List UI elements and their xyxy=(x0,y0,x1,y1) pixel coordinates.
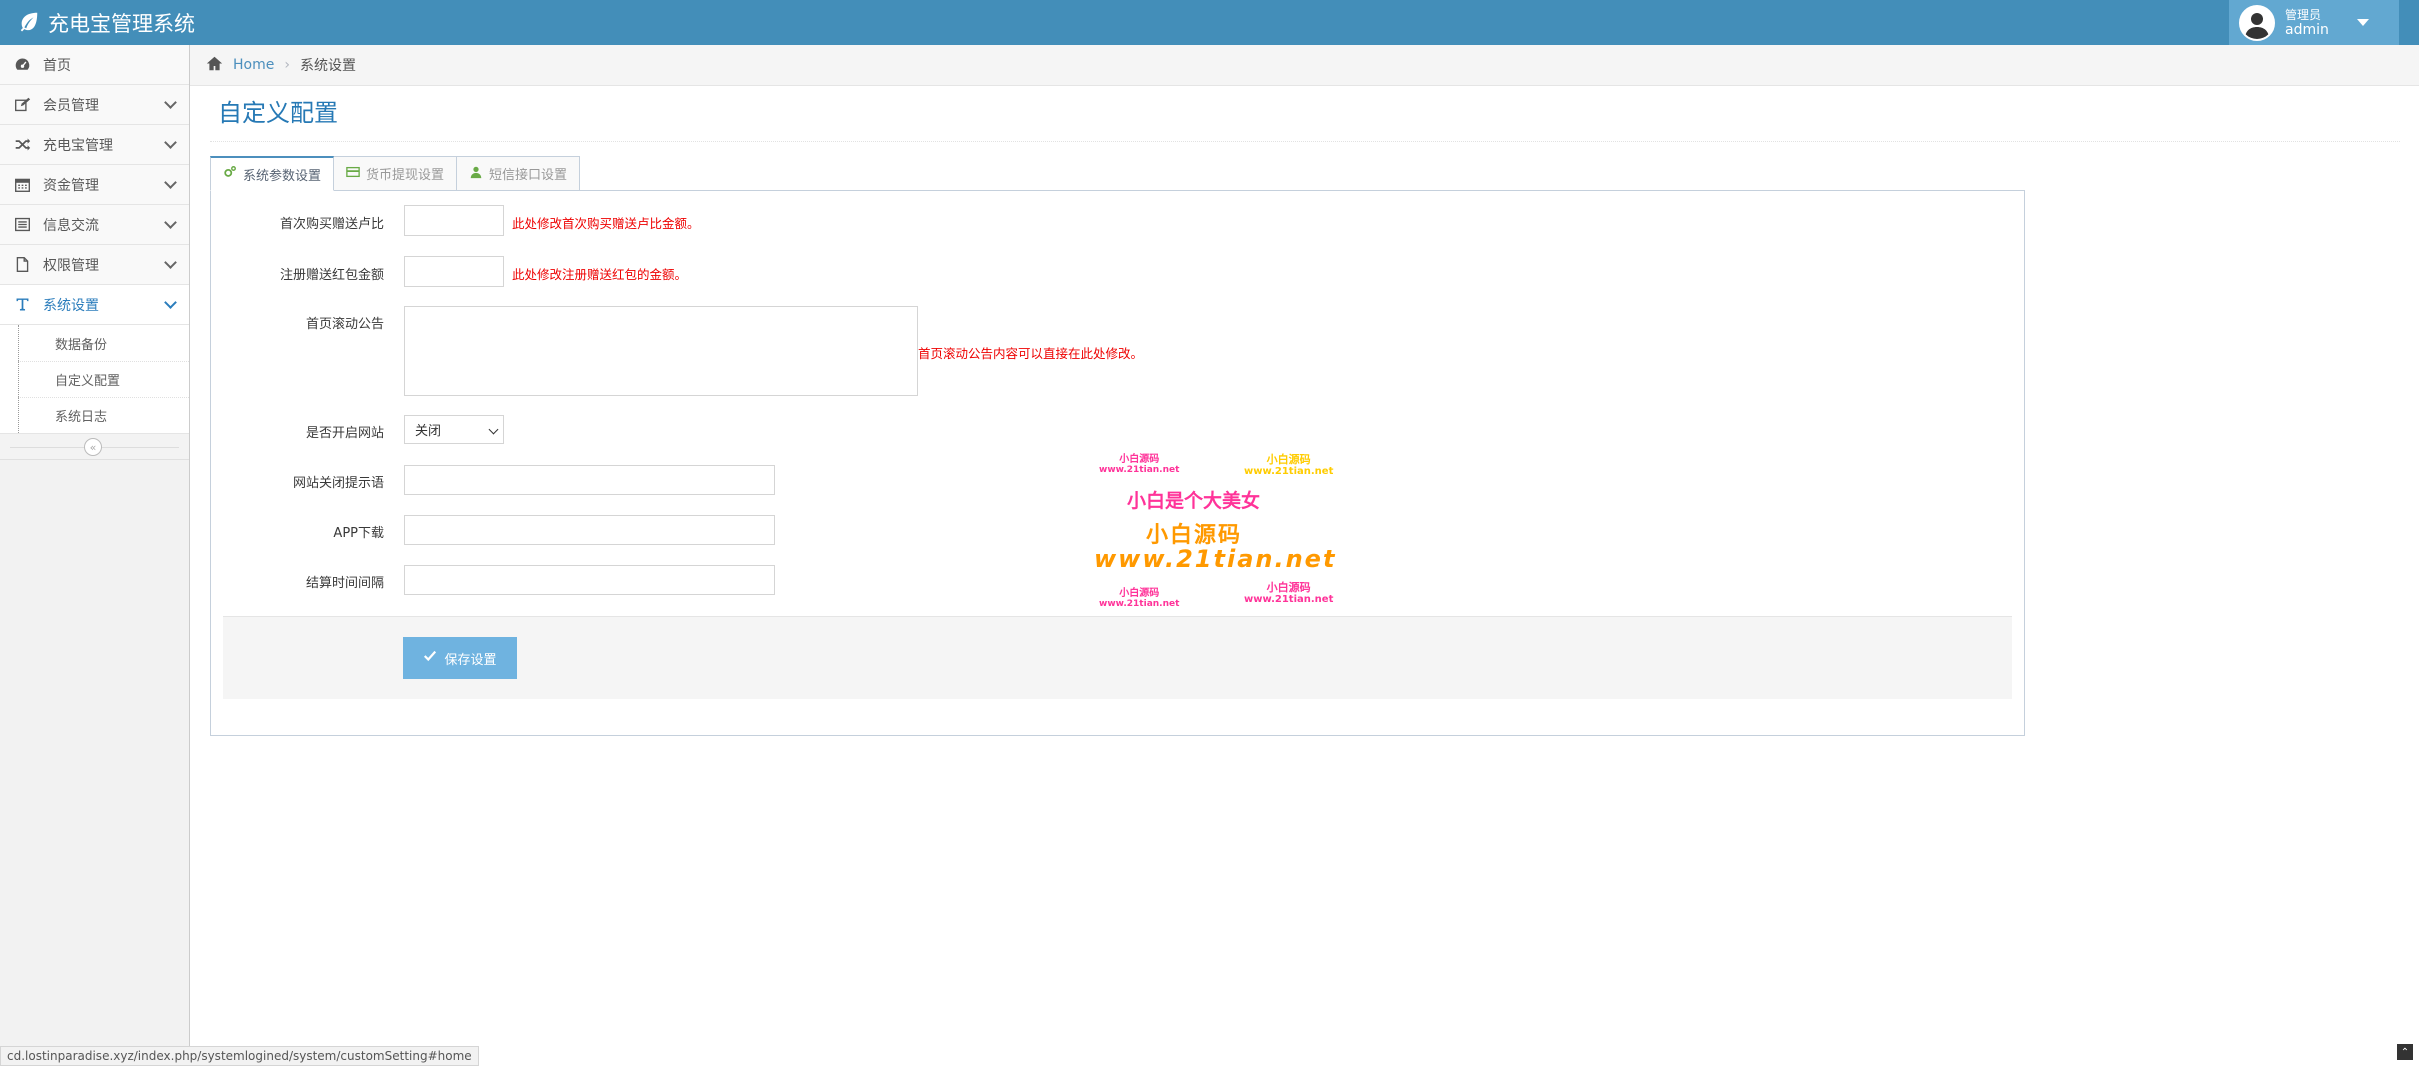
scroll-up-icon[interactable]: ⌃ xyxy=(2397,1044,2413,1060)
user-icon xyxy=(469,165,489,183)
page-title: 自定义配置 xyxy=(218,99,338,127)
save-button[interactable]: 保存设置 xyxy=(403,637,517,679)
tab-label: 货币提现设置 xyxy=(366,168,445,183)
double-chevron-left-icon[interactable]: « xyxy=(84,438,102,456)
sidebar-subitem-system-log[interactable]: 系统日志 xyxy=(18,397,189,433)
sidebar-item-label: 自定义配置 xyxy=(55,374,121,389)
settle-interval-label: 结算时间间隔 xyxy=(305,576,384,591)
app-download-label: APP下载 xyxy=(333,526,384,541)
tab-content-system-params: 首次购买赠送卢比 此处修改首次购买赠送卢比金额。 注册赠送红包金额 此处修改注册… xyxy=(210,190,2025,736)
save-button-label: 保存设置 xyxy=(444,652,497,668)
breadcrumb-separator-icon: › xyxy=(284,57,290,73)
site-open-value: 关闭 xyxy=(415,424,442,439)
credit-card-icon xyxy=(346,165,366,183)
watermark-big-url: www.21tian.net xyxy=(1094,545,1337,573)
check-icon xyxy=(423,649,437,667)
user-name: admin xyxy=(2285,21,2329,38)
tab-system-params[interactable]: 系统参数设置 xyxy=(210,156,335,191)
cogs-icon xyxy=(223,165,243,183)
shuffle-icon xyxy=(13,136,31,154)
dashboard-icon xyxy=(13,56,31,74)
tab-withdrawal[interactable]: 货币提现设置 xyxy=(333,156,458,191)
breadcrumb-home-link[interactable]: Home xyxy=(233,57,274,73)
sidebar-item-members[interactable]: 会员管理 xyxy=(0,85,189,125)
user-role: 管理员 xyxy=(2285,7,2322,22)
watermark-slogan: 小白是个大美女 xyxy=(1127,490,1261,512)
avatar xyxy=(2239,4,2275,41)
notice-textarea[interactable] xyxy=(404,306,918,396)
register-bonus-help: 此处修改注册赠送红包的金额。 xyxy=(512,267,688,282)
sidebar-item-home[interactable]: 首页 xyxy=(0,45,189,85)
home-icon xyxy=(206,55,233,76)
register-bonus-label: 注册赠送红包金额 xyxy=(279,268,384,283)
chevron-down-icon xyxy=(164,136,177,149)
settings-submenu: 数据备份 自定义配置 系统日志 xyxy=(0,325,189,434)
watermark-small-1: 小白源码 www.21tian.net xyxy=(1099,454,1180,475)
sidebar-item-label: 充电宝管理 xyxy=(43,137,113,154)
sidebar-item-label: 会员管理 xyxy=(43,97,99,114)
watermark-small-2: 小白源码 www.21tian.net xyxy=(1244,453,1334,478)
site-open-label: 是否开启网站 xyxy=(305,426,384,441)
sidebar: 首页 会员管理 充电宝管理 资金管理 信息交流 权限管理 系统设置 数据备份 自… xyxy=(0,45,190,1066)
status-url: cd.lostinparadise.xyz/index.php/systemlo… xyxy=(0,1046,479,1066)
caret-down-icon xyxy=(2356,19,2369,26)
notice-label: 首页滚动公告 xyxy=(305,317,384,332)
text-icon xyxy=(13,296,31,314)
list-icon xyxy=(13,216,31,234)
tab-label: 系统参数设置 xyxy=(243,168,322,184)
leaf-icon xyxy=(18,10,40,37)
app-title: 充电宝管理系统 xyxy=(48,12,195,36)
first-buy-input[interactable] xyxy=(404,205,504,236)
sidebar-item-label: 首页 xyxy=(43,57,71,74)
sidebar-item-label: 资金管理 xyxy=(43,177,99,194)
brand[interactable]: 充电宝管理系统 xyxy=(18,8,195,38)
top-navbar: 充电宝管理系统 管理员 admin xyxy=(0,0,2419,45)
chevron-down-icon xyxy=(488,424,499,435)
form-actions: 保存设置 xyxy=(223,616,2012,699)
first-buy-label: 首次购买赠送卢比 xyxy=(279,217,384,232)
notice-help: 首页滚动公告内容可以直接在此处修改。 xyxy=(918,346,1144,361)
sidebar-item-messages[interactable]: 信息交流 xyxy=(0,205,189,245)
settings-tabs: 系统参数设置 货币提现设置 短信接口设置 xyxy=(210,155,581,191)
page-header: 自定义配置 xyxy=(210,96,2400,142)
watermark-small-4: 小白源码 www.21tian.net xyxy=(1244,581,1334,606)
tab-label: 短信接口设置 xyxy=(489,168,568,183)
sidebar-subitem-backup[interactable]: 数据备份 xyxy=(18,325,189,361)
sidebar-collapse-bar: « xyxy=(0,434,189,460)
site-open-select[interactable]: 关闭 xyxy=(404,415,504,444)
chevron-down-icon xyxy=(164,256,177,269)
chevron-down-icon xyxy=(164,176,177,189)
app-download-input[interactable] xyxy=(404,515,775,545)
sidebar-item-label: 系统日志 xyxy=(55,410,108,425)
sidebar-item-powerbank[interactable]: 充电宝管理 xyxy=(0,125,189,165)
user-menu[interactable]: 管理员 admin xyxy=(2229,0,2399,45)
edit-icon xyxy=(13,96,31,114)
sidebar-item-label: 数据备份 xyxy=(55,337,108,353)
close-tip-input[interactable] xyxy=(404,465,775,495)
sidebar-item-finance[interactable]: 资金管理 xyxy=(0,165,189,205)
close-tip-label: 网站关闭提示语 xyxy=(292,476,384,491)
sidebar-item-settings[interactable]: 系统设置 xyxy=(0,285,189,325)
chevron-down-icon xyxy=(164,296,177,309)
sidebar-item-label: 信息交流 xyxy=(43,217,99,234)
sidebar-item-label: 系统设置 xyxy=(43,297,99,314)
file-icon xyxy=(13,256,31,274)
sidebar-subitem-custom-config[interactable]: 自定义配置 xyxy=(18,361,189,397)
calendar-icon xyxy=(13,176,31,194)
tab-sms[interactable]: 短信接口设置 xyxy=(456,156,581,191)
first-buy-help: 此处修改首次购买赠送卢比金额。 xyxy=(512,216,700,231)
sidebar-item-permissions[interactable]: 权限管理 xyxy=(0,245,189,285)
breadcrumb-current: 系统设置 xyxy=(299,58,356,74)
chevron-down-icon xyxy=(164,96,177,109)
register-bonus-input[interactable] xyxy=(404,256,504,287)
sidebar-item-label: 权限管理 xyxy=(43,257,99,274)
breadcrumb: Home › 系统设置 xyxy=(190,45,2419,86)
watermark-small-3: 小白源码 www.21tian.net xyxy=(1099,588,1180,609)
settle-interval-input[interactable] xyxy=(404,565,775,595)
chevron-down-icon xyxy=(164,216,177,229)
